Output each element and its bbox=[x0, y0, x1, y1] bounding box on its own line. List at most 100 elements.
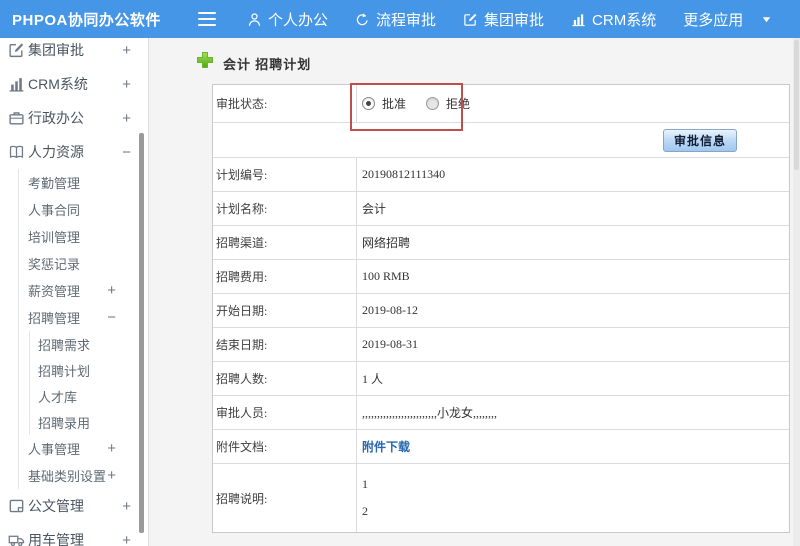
page-scrollbar-thumb[interactable] bbox=[794, 40, 799, 170]
sidebar-item-group-approval[interactable]: 集团审批 + bbox=[0, 38, 148, 67]
approval-form-table: 审批状态: 批准 拒绝 审批信息 计划编号: 20190812111340 计划名称:… bbox=[212, 84, 790, 533]
form-row-recruit-cost: 招聘费用: 100 RMB bbox=[213, 260, 789, 294]
field-label: 招聘人数: bbox=[213, 362, 357, 395]
sidebar-item-crm-system[interactable]: CRM系统 + bbox=[0, 67, 148, 101]
radio-option-reject[interactable]: 拒绝 bbox=[426, 95, 470, 112]
expand-icon[interactable]: + bbox=[122, 499, 131, 514]
nav-item-more-apps[interactable]: 更多应用 bbox=[683, 9, 772, 30]
sidebar-item-label: 人力资源 bbox=[28, 144, 84, 160]
field-label: 招聘说明: bbox=[213, 464, 357, 532]
nav-item-label: 更多应用 bbox=[683, 11, 744, 29]
field-value-plan-number: 20190812111340 bbox=[362, 167, 446, 181]
sidebar-item-admin-office[interactable]: 行政办公 + bbox=[0, 101, 148, 135]
sidebar-item-recruit-mgmt[interactable]: 招聘管理 − bbox=[0, 304, 148, 331]
sidebar-item-label: 用车管理 bbox=[28, 532, 84, 546]
nav-item-group-approval[interactable]: 集团审批 bbox=[463, 9, 544, 30]
sidebar-item-label: 基础类别设置 bbox=[28, 469, 107, 484]
bar-chart-icon bbox=[8, 76, 25, 93]
field-value-attachment: 附件下载 bbox=[357, 430, 789, 463]
field-value-recruit-cost: 100 RMB bbox=[362, 269, 410, 283]
form-row-end-date: 结束日期: 2019-08-31 bbox=[213, 328, 789, 362]
sidebar-item-label: 招聘需求 bbox=[38, 337, 91, 353]
description-line: 1 bbox=[362, 477, 368, 491]
top-nav: 个人办公 流程审批 集团审批 CRM系统 更多应用 bbox=[247, 9, 772, 30]
field-value-start-date: 2019-08-12 bbox=[362, 303, 418, 317]
expand-icon[interactable]: + bbox=[122, 43, 131, 58]
add-icon[interactable] bbox=[196, 51, 214, 69]
field-label: 计划名称: bbox=[213, 192, 357, 225]
sidebar-item-recruit-demand[interactable]: 招聘需求 bbox=[0, 331, 148, 357]
expand-icon[interactable]: + bbox=[122, 533, 131, 546]
sidebar-item-label: 行政办公 bbox=[28, 110, 84, 126]
sidebar: 集团审批 + CRM系统 + 行政办公 + 人力资源 − 考勤管理 人事合同培训管理奖惩记录薪资管… bbox=[0, 38, 149, 546]
page-scrollbar-track[interactable] bbox=[793, 38, 800, 546]
sidebar-item-human-resources[interactable]: 人力资源 − bbox=[0, 135, 148, 169]
nav-item-crm-system[interactable]: CRM系统 bbox=[571, 9, 656, 30]
collapse-icon[interactable]: − bbox=[107, 310, 116, 325]
truck-icon bbox=[8, 532, 25, 546]
nav-item-personal-office[interactable]: 个人办公 bbox=[247, 9, 328, 30]
page-title-row: 会计 招聘计划 bbox=[149, 38, 800, 84]
sidebar-item-base-category-settings[interactable]: 基础类别设置 + bbox=[0, 462, 148, 489]
sidebar-item-reward-records[interactable]: 奖惩记录 bbox=[0, 250, 148, 277]
sidebar-item-attendance-mgmt[interactable]: 考勤管理 bbox=[0, 169, 148, 196]
sidebar-item-label: 人事管理 bbox=[28, 442, 81, 457]
sidebar-item-label: 招聘管理 bbox=[28, 311, 81, 326]
radio-button-reject[interactable] bbox=[426, 97, 440, 110]
approval-info-button[interactable]: 审批信息 bbox=[662, 128, 737, 152]
app-window: PHPOA协同办公软件 个人办公 流程审批 集团审批 CRM系统 更多应用 集团审批 + C… bbox=[0, 0, 800, 546]
sidebar-item-hr-contract[interactable]: 人事合同 bbox=[0, 196, 148, 223]
sidebar-item-recruit-hire[interactable]: 招聘录用 bbox=[0, 409, 148, 435]
sidebar-item-personnel-mgmt[interactable]: 人事管理 + bbox=[0, 435, 148, 462]
sidebar-item-label: 奖惩记录 bbox=[28, 257, 81, 272]
field-value-plan-name: 会计 bbox=[362, 202, 387, 216]
sidebar-item-salary-mgmt[interactable]: 薪资管理 + bbox=[0, 277, 148, 304]
form-row-start-date: 开始日期: 2019-08-12 bbox=[213, 294, 789, 328]
button-row: 审批信息 bbox=[213, 123, 789, 158]
expand-icon[interactable]: + bbox=[122, 77, 131, 92]
content-area: 会计 招聘计划 审批状态: 批准 拒绝 审批信息 计划编号: 20190812111… bbox=[149, 38, 800, 546]
menu-toggle-icon[interactable] bbox=[198, 12, 216, 26]
field-label: 审批状态: bbox=[213, 85, 357, 122]
top-bar: PHPOA协同办公软件 个人办公 流程审批 集团审批 CRM系统 更多应用 bbox=[0, 0, 800, 38]
nav-item-label: CRM系统 bbox=[592, 11, 657, 29]
form-row-plan-number: 计划编号: 20190812111340 bbox=[213, 158, 789, 192]
radio-button-approve[interactable] bbox=[362, 97, 375, 110]
form-row-attachment: 附件文档: 附件下载 bbox=[213, 430, 789, 464]
person-icon bbox=[247, 12, 262, 27]
sidebar-item-recruit-plan[interactable]: 招聘计划 bbox=[0, 357, 148, 383]
collapse-icon[interactable]: − bbox=[122, 145, 131, 160]
sidebar-scrollbar-thumb[interactable] bbox=[139, 133, 144, 533]
sidebar-menu: 集团审批 + CRM系统 + 行政办公 + 人力资源 − 考勤管理 人事合同培训管理奖惩记录薪资管… bbox=[0, 38, 148, 546]
sidebar-item-label: 招聘录用 bbox=[38, 415, 91, 431]
expand-icon[interactable]: + bbox=[122, 111, 131, 126]
field-label: 招聘渠道: bbox=[213, 226, 357, 259]
expand-icon[interactable]: + bbox=[107, 441, 116, 456]
field-label: 招聘费用: bbox=[213, 260, 357, 293]
sidebar-item-label: 培训管理 bbox=[28, 230, 81, 245]
sidebar-item-training-mgmt[interactable]: 培训管理 bbox=[0, 223, 148, 250]
attachment-download-link[interactable]: 附件下载 bbox=[362, 438, 410, 455]
description-line: 2 bbox=[362, 504, 368, 518]
sidebar-item-label: CRM系统 bbox=[28, 76, 88, 92]
book-icon bbox=[8, 144, 25, 161]
sidebar-item-talent-pool[interactable]: 人才库 bbox=[0, 383, 148, 409]
app-logo: PHPOA协同办公软件 bbox=[12, 11, 161, 29]
field-value-headcount: 1 人 bbox=[362, 372, 384, 386]
field-label: 审批人员: bbox=[213, 396, 357, 429]
field-value-description: 12 bbox=[357, 464, 789, 532]
radio-option-approve[interactable]: 批准 bbox=[362, 95, 406, 112]
sidebar-item-official-doc-mgmt[interactable]: 公文管理 + bbox=[0, 489, 148, 523]
bar-chart-icon bbox=[571, 12, 586, 27]
form-row-approvers: 审批人员: ,,,,,,,,,,,,,,,,,,,,,,,,,小龙女,,,,,,,… bbox=[213, 396, 789, 430]
expand-icon[interactable]: + bbox=[107, 283, 116, 298]
expand-icon[interactable]: + bbox=[107, 468, 116, 483]
nav-item-label: 流程审批 bbox=[376, 11, 437, 29]
sidebar-item-vehicle-mgmt[interactable]: 用车管理 + bbox=[0, 523, 148, 546]
edit-square-icon bbox=[8, 42, 25, 59]
sidebar-item-label: 薪资管理 bbox=[28, 284, 81, 299]
form-row-plan-name: 计划名称: 会计 bbox=[213, 192, 789, 226]
nav-item-process-approval[interactable]: 流程审批 bbox=[355, 9, 436, 30]
caret-down-icon bbox=[749, 14, 772, 25]
briefcase-icon bbox=[8, 110, 25, 127]
